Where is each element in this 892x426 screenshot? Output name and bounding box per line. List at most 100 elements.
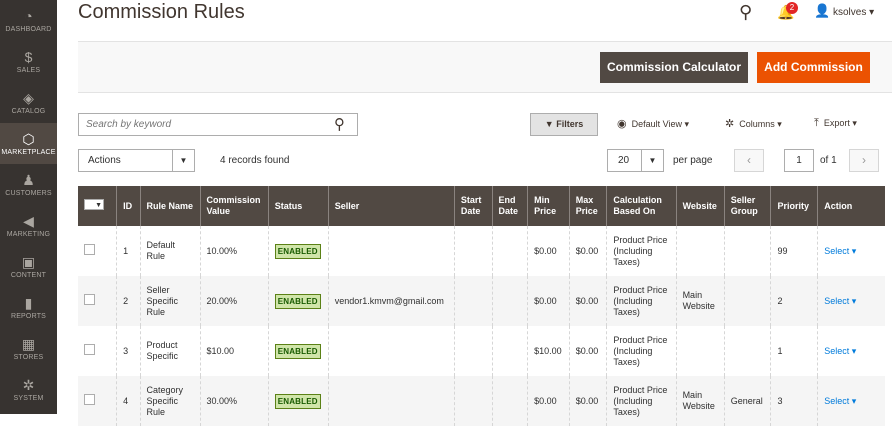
user-menu[interactable]: 👤 ksolves ▾ — [814, 3, 874, 19]
sidebar-item-dashboard[interactable]: ◔ DASHBOARD — [0, 0, 57, 41]
cell-max: $0.00 — [568, 276, 607, 326]
column-header[interactable]: Rule Name — [139, 186, 201, 226]
chevron-down-icon: ▾ — [849, 345, 857, 356]
gear-icon: ✲ — [22, 377, 35, 393]
column-header[interactable]: ID — [116, 186, 141, 226]
sidebar-item-sales[interactable]: $ SALES — [0, 41, 57, 82]
row-select-cell — [78, 376, 117, 426]
row-action-label: Select — [824, 295, 850, 306]
row-select-cell — [78, 326, 117, 376]
cell-max: $0.00 — [568, 376, 607, 426]
page-number-input[interactable]: 1 — [784, 149, 814, 172]
cell-calc: Product Price (Including Taxes) — [606, 326, 677, 376]
keyword-search-input[interactable] — [79, 114, 319, 135]
commission-calculator-button[interactable]: Commission Calculator — [600, 52, 748, 83]
sidebar-item-stores[interactable]: ▦ STORES — [0, 328, 57, 369]
cell-end — [491, 376, 528, 426]
hexagon-icon: ⬡ — [22, 131, 35, 147]
gear-icon: ✲ — [725, 118, 735, 130]
row-select-cell — [78, 226, 117, 276]
column-header[interactable]: End Date — [491, 186, 528, 226]
cell-status: ENABLED — [267, 226, 329, 276]
bar-chart-icon: ▮ — [24, 295, 33, 311]
sidebar-item-label: MARKETPLACE — [1, 149, 56, 156]
column-header[interactable]: Min Price — [527, 186, 570, 226]
table-row: 4 Category Specific Rule 30.00% ENABLED $0.0… — [78, 376, 885, 426]
row-checkbox[interactable] — [84, 294, 95, 305]
row-action-select[interactable]: Select ▾ — [824, 396, 856, 406]
cell-name: Product Specific — [139, 326, 201, 376]
sidebar-item-reports[interactable]: ▮ REPORTS — [0, 287, 57, 328]
row-action-label: Select — [824, 345, 850, 356]
sidebar-item-marketing[interactable]: ◀ MARKETING — [0, 205, 57, 246]
row-checkbox[interactable] — [84, 394, 95, 405]
cell-group — [723, 226, 771, 276]
status-badge: ENABLED — [274, 343, 321, 359]
columns-label: Columns — [739, 119, 775, 129]
cell-status: ENABLED — [267, 326, 329, 376]
row-action-select[interactable]: Select ▾ — [824, 246, 856, 256]
cell-action[interactable]: Select ▾ — [817, 226, 885, 276]
cell-seller — [327, 376, 455, 426]
sidebar-item-system[interactable]: ✲ SYSTEM — [0, 369, 57, 410]
cell-min: $10.00 — [527, 326, 570, 376]
column-header[interactable]: Start Date — [453, 186, 492, 226]
sidebar-item-content[interactable]: ▣ CONTENT — [0, 246, 57, 287]
row-checkbox[interactable] — [84, 344, 95, 355]
column-header[interactable]: Max Price — [568, 186, 607, 226]
sidebar-item-catalog[interactable]: ◈ CATALOG — [0, 82, 57, 123]
cell-action[interactable]: Select ▾ — [817, 326, 885, 376]
cell-start — [453, 376, 492, 426]
cell-action[interactable]: Select ▾ — [817, 376, 885, 426]
column-header[interactable]: Seller — [327, 186, 455, 226]
sidebar-item-label: REPORTS — [10, 313, 47, 320]
page-title: Commission Rules — [78, 1, 245, 23]
column-header[interactable]: Status — [267, 186, 329, 226]
records-count: 4 records found — [220, 155, 290, 166]
sidebar-item-marketplace[interactable]: ⬡ MARKETPLACE — [0, 123, 57, 164]
export-dropdown[interactable]: ⤒ Export ▾ — [814, 117, 857, 130]
grid-header-row: ▼ ID Rule Name Commission Value Status Selle… — [78, 186, 885, 226]
row-action-label: Select — [824, 245, 850, 256]
filters-button[interactable]: ▼ Filters — [530, 113, 598, 136]
mass-select-header[interactable]: ▼ — [78, 186, 117, 226]
column-header[interactable]: Calculation Based On — [606, 186, 677, 226]
username: ksolves — [832, 7, 867, 18]
cell-calc: Product Price (Including Taxes) — [606, 376, 677, 426]
export-icon: ⤒ — [814, 117, 819, 129]
default-view-dropdown[interactable]: ◉ Default View ▾ — [617, 117, 689, 130]
cell-name: Seller Specific Rule — [139, 276, 201, 326]
mass-actions-select[interactable]: Actions ▼ — [78, 149, 195, 172]
per-page-select[interactable]: 20 ▼ — [607, 149, 664, 172]
cell-group: General — [723, 376, 771, 426]
cell-priority: 1 — [770, 326, 818, 376]
cell-group — [723, 326, 771, 376]
mass-select-checkbox[interactable]: ▼ — [84, 199, 104, 210]
sidebar-item-label: CATALOG — [11, 108, 46, 115]
column-header[interactable]: Commission Value — [199, 186, 269, 226]
cell-id: 2 — [116, 276, 141, 326]
sidebar-item-customers[interactable]: ♟ CUSTOMERS — [0, 164, 57, 205]
previous-page-button[interactable]: ‹ — [734, 149, 764, 172]
column-header[interactable]: Priority — [770, 186, 818, 226]
table-row: 3 Product Specific $10.00 ENABLED $10.00 $0.0… — [78, 326, 885, 376]
cell-calc: Product Price (Including Taxes) — [606, 226, 677, 276]
row-action-select[interactable]: Select ▾ — [824, 296, 856, 306]
column-header[interactable]: Action — [817, 186, 885, 226]
column-header[interactable]: Seller Group — [723, 186, 771, 226]
global-search-icon[interactable]: ⚲ — [739, 2, 752, 23]
cell-id: 1 — [116, 226, 141, 276]
row-action-select[interactable]: Select ▾ — [824, 346, 856, 356]
search-icon[interactable]: ⚲ — [334, 115, 345, 133]
cell-start — [453, 326, 492, 376]
column-header[interactable]: Website — [675, 186, 725, 226]
row-checkbox[interactable] — [84, 244, 95, 255]
next-page-button[interactable]: › — [849, 149, 879, 172]
cell-value: 30.00% — [199, 376, 269, 426]
sidebar-item-label: SALES — [16, 67, 41, 74]
default-view-label: Default View — [631, 119, 682, 129]
columns-dropdown[interactable]: ✲ Columns ▾ — [725, 117, 782, 130]
add-commission-button[interactable]: Add Commission — [757, 52, 870, 83]
cell-action[interactable]: Select ▾ — [817, 276, 885, 326]
cell-website: Main Website — [675, 276, 725, 326]
